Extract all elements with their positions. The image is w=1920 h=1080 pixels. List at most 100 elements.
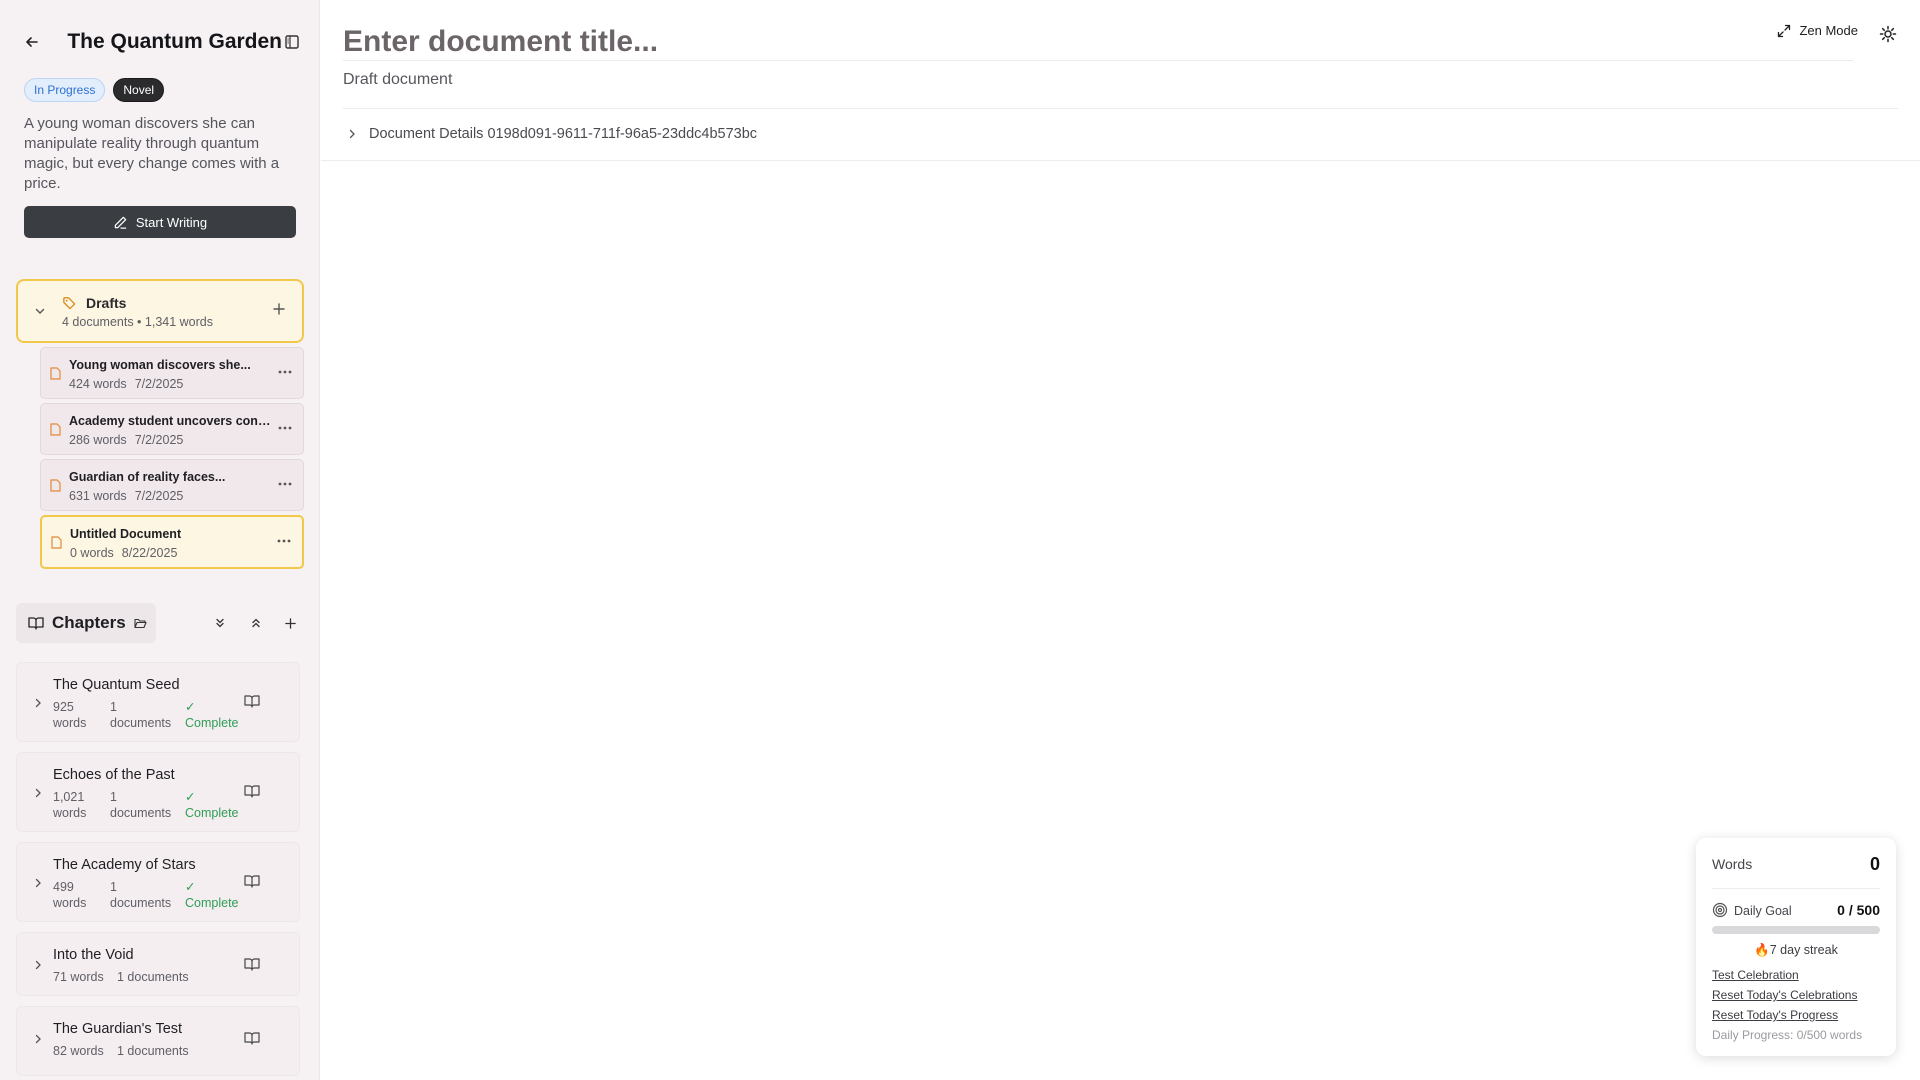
more-options-button[interactable]	[277, 364, 293, 380]
chapter-status: ✓ Complete	[185, 880, 239, 910]
draft-document-item[interactable]: Academy student uncovers consp... 286 wo…	[40, 403, 304, 455]
draft-document-title: Untitled Document	[70, 527, 182, 541]
daily-goal-value: 0 / 500	[1837, 902, 1880, 918]
chapter-item[interactable]: Echoes of the Past 1,021 words 1 documents…	[16, 752, 300, 832]
arrow-left-icon	[26, 37, 38, 47]
chapter-document-count: 1 documents	[110, 790, 172, 820]
plus-icon[interactable]	[272, 302, 286, 316]
file-icon	[50, 367, 61, 380]
chevron-right-icon[interactable]	[33, 878, 43, 888]
zen-mode-label: Zen Mode	[1799, 23, 1858, 38]
chapter-word-count: 925 words	[53, 700, 87, 730]
drafts-title: Drafts	[86, 295, 127, 311]
chapter-word-count: 71 words	[53, 970, 104, 984]
book-open-icon[interactable]	[244, 874, 260, 888]
drafts-meta: 4 documents • 1,341 words	[62, 315, 213, 329]
chapter-title: The Academy of Stars	[53, 857, 196, 873]
toggle-sidebar-button[interactable]	[282, 31, 301, 53]
chapters-title: Chapters	[52, 613, 126, 632]
more-options-button[interactable]	[277, 476, 293, 492]
more-horizontal-icon	[278, 370, 292, 374]
more-options-button[interactable]	[276, 533, 292, 549]
divider	[343, 108, 1898, 109]
chapter-word-count: 1,021 words	[53, 790, 87, 820]
start-writing-label: Start Writing	[135, 214, 208, 230]
settings-gear-icon[interactable]	[1878, 24, 1898, 44]
daily-progress-text: Daily Progress: 0/500 words	[1712, 1028, 1863, 1042]
more-options-button[interactable]	[277, 420, 293, 436]
word-count-widget: Words 0 Daily Goal 0 / 500 🔥7 day streak…	[1696, 838, 1896, 1056]
file-icon	[51, 536, 62, 549]
expand-icon	[1778, 24, 1791, 37]
file-icon	[50, 423, 61, 436]
chevron-right-icon	[349, 129, 355, 139]
draft-document-meta: 631 words 7/2/2025	[69, 489, 184, 503]
check-icon: ✓	[185, 700, 196, 714]
chevron-right-icon[interactable]	[33, 698, 43, 708]
reset-celebrations-link[interactable]: Reset Today's Celebrations	[1712, 988, 1857, 1002]
type-badge: Novel	[113, 78, 165, 102]
start-writing-button[interactable]: Start Writing	[24, 206, 296, 238]
project-description: A young woman discovers she can manipula…	[24, 115, 280, 192]
document-subtitle: Draft document	[343, 71, 453, 88]
book-open-icon[interactable]	[244, 957, 260, 971]
chevrons-up-icon	[252, 618, 260, 628]
chapter-item[interactable]: The Academy of Stars 499 words 1 documents…	[16, 842, 300, 922]
check-icon: ✓	[185, 790, 196, 804]
zen-mode-button[interactable]: Zen Mode	[1777, 23, 1858, 38]
test-celebration-link[interactable]: Test Celebration	[1712, 968, 1799, 982]
document-details-toggle[interactable]: Document Details 0198d091-9611-711f-96a5…	[347, 126, 757, 142]
chapter-document-count: 1 documents	[117, 970, 189, 984]
status-badge: In Progress	[24, 78, 106, 102]
chapter-word-count: 82 words	[53, 1044, 104, 1058]
pencil-icon	[114, 216, 127, 229]
tag-icon	[63, 297, 76, 310]
words-value: 0	[1869, 854, 1880, 874]
project-title: The Quantum Garden	[67, 30, 283, 53]
chapter-document-count: 1 documents	[110, 880, 172, 910]
add-chapter-button[interactable]	[279, 612, 301, 634]
chapter-item[interactable]: The Guardian's Test 82 words 1 documents	[16, 1006, 300, 1076]
document-title-input[interactable]	[343, 22, 1843, 62]
chevron-right-icon[interactable]	[33, 960, 43, 970]
expand-all-button[interactable]	[209, 612, 231, 634]
divider	[1712, 888, 1880, 889]
editor-area: Draft document Zen Mode Document Details…	[321, 0, 1920, 1080]
document-details-label: Document Details 0198d091-9611-711f-96a5…	[369, 126, 758, 142]
book-open-icon[interactable]	[244, 784, 260, 798]
reset-progress-link[interactable]: Reset Today's Progress	[1712, 1008, 1838, 1022]
chevron-right-icon[interactable]	[33, 788, 43, 798]
check-icon: ✓	[185, 880, 196, 894]
back-button[interactable]	[24, 28, 53, 56]
book-open-icon[interactable]	[244, 694, 260, 708]
more-horizontal-icon	[277, 539, 291, 543]
words-label: Words	[1712, 856, 1753, 872]
draft-document-title: Guardian of reality faces...	[69, 470, 226, 484]
chapters-header[interactable]: Chapters	[16, 603, 156, 643]
daily-goal-progress-bar	[1712, 926, 1880, 934]
chapter-item[interactable]: The Quantum Seed 925 words 1 documents ✓ Co…	[16, 662, 300, 742]
title-underline	[343, 60, 1853, 61]
draft-document-item[interactable]: Guardian of reality faces... 631 words 7/…	[40, 459, 304, 511]
file-icon	[50, 479, 61, 492]
sidebar: The Quantum Garden In Progress Novel A y…	[0, 0, 320, 1080]
chevrons-down-icon	[216, 618, 224, 628]
draft-document-title: Academy student uncovers consp...	[69, 414, 271, 428]
draft-document-meta: 286 words 7/2/2025	[69, 433, 184, 447]
collapse-all-button[interactable]	[245, 612, 267, 634]
project-header: The Quantum Garden	[24, 28, 301, 56]
draft-document-item[interactable]: Young woman discovers she... 424 words 7/…	[40, 347, 304, 399]
chevron-right-icon[interactable]	[33, 1034, 43, 1044]
draft-document-item-active[interactable]: Untitled Document 0 words 8/22/2025	[40, 515, 304, 569]
book-open-icon[interactable]	[244, 1031, 260, 1045]
target-icon	[1712, 902, 1728, 918]
more-horizontal-icon	[278, 482, 292, 486]
more-horizontal-icon	[278, 426, 292, 430]
streak-text: 🔥7 day streak	[1754, 943, 1838, 957]
chapter-item[interactable]: Into the Void 71 words 1 documents	[16, 932, 300, 996]
chapter-status: ✓ Complete	[185, 790, 239, 820]
book-open-icon	[28, 617, 44, 630]
chevron-down-icon[interactable]	[34, 305, 46, 317]
chapter-title: Echoes of the Past	[53, 767, 175, 783]
drafts-folder[interactable]: Drafts 4 documents • 1,341 words	[16, 279, 304, 343]
